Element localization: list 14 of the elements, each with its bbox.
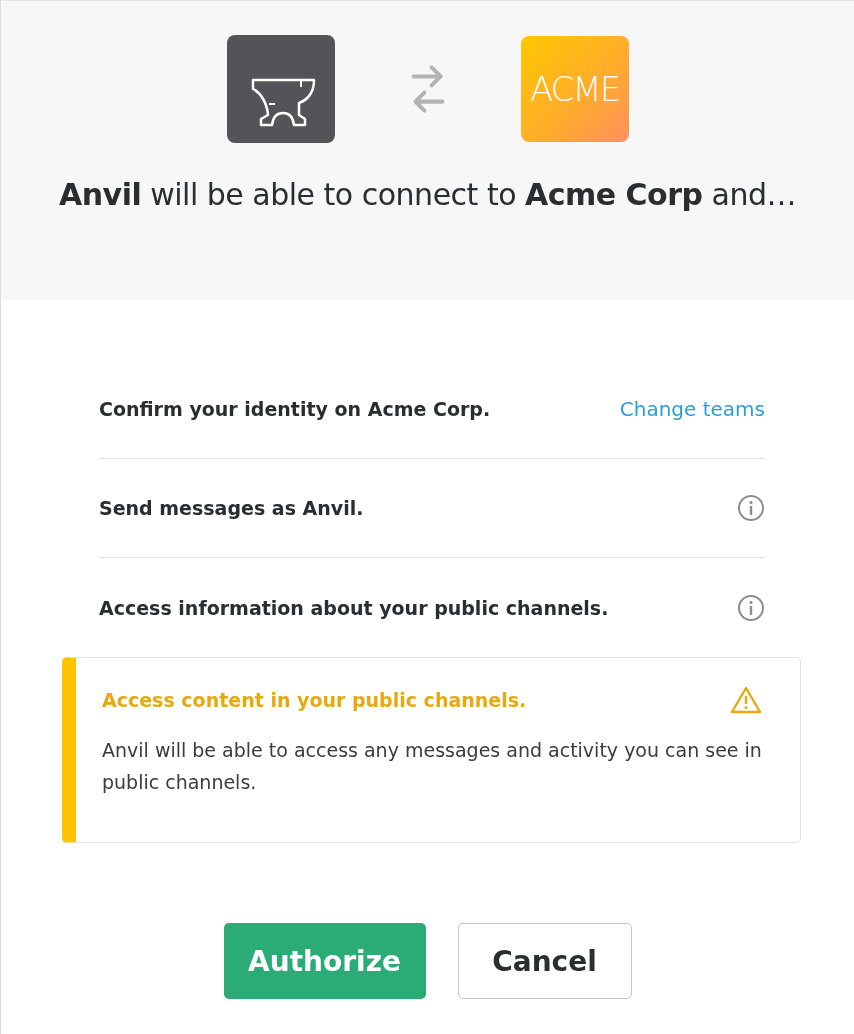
cancel-button[interactable]: Cancel xyxy=(457,923,632,999)
change-teams-link[interactable]: Change teams xyxy=(619,397,765,421)
permission-label: Access information about your public channels. xyxy=(99,596,609,619)
team-logo: ACME xyxy=(520,36,629,142)
permission-label: Confirm your identity on Acme Corp. xyxy=(99,398,491,420)
warning-icon xyxy=(730,686,762,714)
authorize-button[interactable]: Authorize xyxy=(223,923,426,999)
info-icon[interactable] xyxy=(737,494,765,522)
warning-title: Access content in your public channels. xyxy=(102,689,527,711)
headline: Anvil will be able to connect to Acme Corp and… xyxy=(58,177,797,212)
warning-description: Anvil will be able to access any messages and activity you can see in public channels. xyxy=(102,738,762,795)
info-icon[interactable] xyxy=(737,593,765,622)
permission-label: Send messages as Anvil. xyxy=(99,497,364,519)
anvil-logo-icon xyxy=(226,35,335,143)
